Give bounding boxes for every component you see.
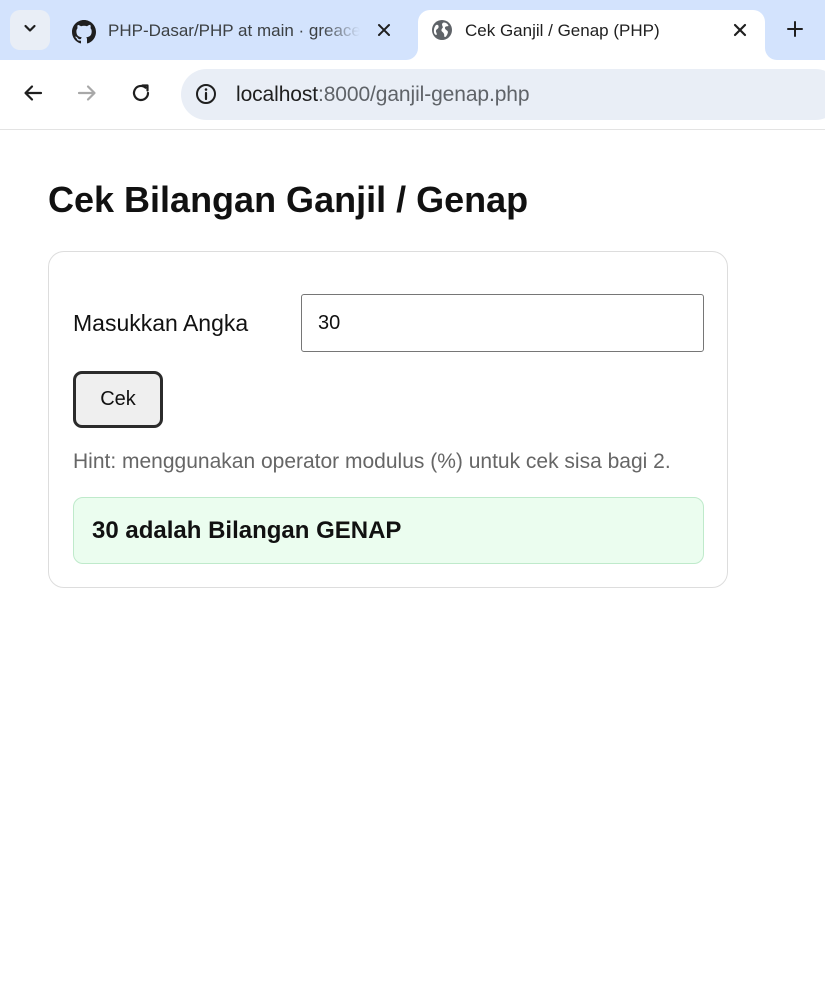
arrow-right-icon [76,82,98,109]
tab-title: PHP-Dasar/PHP at main · greace [108,21,360,40]
back-button[interactable] [18,80,48,110]
result-box: 30 adalah Bilangan GENAP [73,497,704,564]
close-icon[interactable] [370,16,398,44]
hint-text: Hint: menggunakan operator modulus (%) u… [73,450,671,473]
browser-toolbar: localhost:8000/ganjil-genap.php [0,60,825,130]
forward-button[interactable] [72,80,102,110]
arrow-left-icon [22,82,44,109]
site-info-icon[interactable] [194,82,218,106]
tab-search-button[interactable] [10,10,50,50]
url-text[interactable]: localhost:8000/ganjil-genap.php [236,83,530,107]
page-content: Cek Bilangan Ganjil / Genap Masukkan Ang… [0,131,825,1000]
github-icon [72,20,96,44]
number-field-label: Masukkan Angka [73,310,249,336]
tab-title: Cek Ganjil / Genap (PHP) [465,21,660,40]
plus-icon [786,20,804,43]
close-icon[interactable] [726,16,754,44]
cek-button[interactable]: Cek [73,371,163,428]
reload-icon [130,82,152,109]
result-text: 30 adalah Bilangan GENAP [92,517,402,544]
url-path: :8000/ganjil-genap.php [317,83,530,106]
tab-strip: PHP-Dasar/PHP at main · greace Cek Ganji… [0,0,825,60]
form-card: Masukkan Angka Cek Hint: menggunakan ope… [48,251,728,588]
new-tab-button[interactable] [780,16,810,46]
reload-button[interactable] [126,80,156,110]
number-input[interactable] [301,294,704,352]
url-host: localhost [236,83,318,106]
tab-github[interactable]: PHP-Dasar/PHP at main · greace [62,10,407,60]
tab-ganjil-genap[interactable]: Cek Ganjil / Genap (PHP) [418,10,765,60]
page-title: Cek Bilangan Ganjil / Genap [48,179,529,220]
chevron-down-icon [22,20,38,41]
globe-icon [430,18,454,42]
address-bar[interactable]: localhost:8000/ganjil-genap.php [181,69,825,120]
